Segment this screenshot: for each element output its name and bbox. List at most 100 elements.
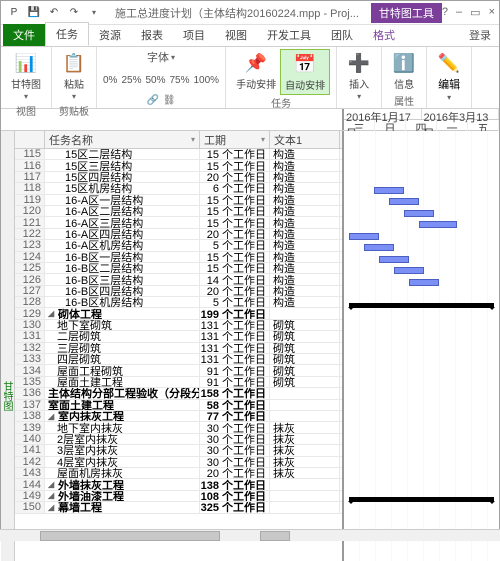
table-row[interactable]: 131 二层砌筑 131 个工作日 砌筑 <box>15 331 342 342</box>
paste-button[interactable]: 📋 粘贴 ▾ <box>58 49 90 103</box>
tab-project[interactable]: 项目 <box>173 24 215 46</box>
tab-developer[interactable]: 开发工具 <box>257 24 321 46</box>
cell-name[interactable]: ◢外墙抹灰工程 <box>45 479 200 489</box>
cell-text1[interactable]: 构造 <box>270 297 340 307</box>
table-row[interactable]: 136 主体结构分部工程验收（分段分层） 158 个工作日 <box>15 388 342 399</box>
col-duration[interactable]: 工期▾ <box>200 131 270 148</box>
table-row[interactable]: 134 屋面工程砌筑 91 个工作日 砌筑 <box>15 365 342 376</box>
cell-duration[interactable]: 30 个工作日 <box>200 445 270 455</box>
horizontal-scrollbar[interactable] <box>0 529 500 541</box>
cell-text1[interactable]: 砌筑 <box>270 343 340 353</box>
tab-file[interactable]: 文件 <box>3 24 45 46</box>
cell-duration[interactable]: 325 个工作日 <box>200 502 270 512</box>
table-row[interactable]: 135 屋面土建工程 91 个工作日 砌筑 <box>15 377 342 388</box>
cell-name[interactable]: 16-B区四层结构 <box>45 286 200 296</box>
cell-text1[interactable] <box>270 502 340 512</box>
table-row[interactable]: 150 ◢幕墙工程 325 个工作日 <box>15 502 342 513</box>
table-row[interactable]: 125 16-B区二层结构 15 个工作日 构造 <box>15 263 342 274</box>
cell-duration[interactable]: 131 个工作日 <box>200 354 270 364</box>
pct-50[interactable]: 50% <box>145 75 165 86</box>
cell-name[interactable]: 地下室砌筑 <box>45 320 200 330</box>
cell-name[interactable]: 16-B区一层结构 <box>45 252 200 262</box>
cell-text1[interactable]: 构造 <box>270 286 340 296</box>
cell-duration[interactable]: 30 个工作日 <box>200 434 270 444</box>
pct-75[interactable]: 75% <box>169 75 189 86</box>
cell-text1[interactable]: 构造 <box>270 206 340 216</box>
table-row[interactable]: 137 室面土建工程 58 个工作日 <box>15 400 342 411</box>
col-text1[interactable]: 文本1 <box>270 131 340 148</box>
table-row[interactable]: 128 16-B区机房结构 5 个工作日 构造 <box>15 297 342 308</box>
cell-name[interactable]: 15区三层结构 <box>45 160 200 170</box>
cell-duration[interactable]: 77 个工作日 <box>200 411 270 421</box>
cell-duration[interactable]: 108 个工作日 <box>200 491 270 501</box>
close-icon[interactable]: × <box>489 6 495 19</box>
table-row[interactable]: 142 4层室内抹灰 30 个工作日 抹灰 <box>15 457 342 468</box>
app-icon[interactable]: P <box>5 4 23 22</box>
cell-duration[interactable]: 158 个工作日 <box>200 388 270 398</box>
cell-text1[interactable]: 构造 <box>270 229 340 239</box>
cell-name[interactable]: 16-B区三层结构 <box>45 274 200 284</box>
login-link[interactable]: 登录 <box>461 24 499 46</box>
cell-duration[interactable]: 20 个工作日 <box>200 172 270 182</box>
restore-icon[interactable]: ▭ <box>470 6 480 19</box>
table-row[interactable]: 129 ◢砌体工程 199 个工作日 <box>15 308 342 319</box>
gantt-bar[interactable] <box>374 187 404 194</box>
manual-schedule-button[interactable]: 📌 手动安排 <box>232 49 280 95</box>
table-row[interactable]: 118 15区机房结构 6 个工作日 构造 <box>15 183 342 194</box>
table-row[interactable]: 122 16-A区四层结构 20 个工作日 构造 <box>15 229 342 240</box>
table-row[interactable]: 123 16-A区机房结构 5 个工作日 构造 <box>15 240 342 251</box>
tab-report[interactable]: 报表 <box>131 24 173 46</box>
cell-duration[interactable]: 131 个工作日 <box>200 343 270 353</box>
cell-text1[interactable]: 构造 <box>270 149 340 159</box>
pct-25[interactable]: 25% <box>121 75 141 86</box>
cell-text1[interactable]: 构造 <box>270 195 340 205</box>
gantt-bar[interactable] <box>404 210 434 217</box>
pct-0[interactable]: 0% <box>103 75 117 86</box>
gantt-bar[interactable] <box>409 279 439 286</box>
minimize-icon[interactable]: – <box>456 6 462 19</box>
cell-name[interactable]: ◢幕墙工程 <box>45 502 200 512</box>
cell-text1[interactable]: 抹灰 <box>270 468 340 478</box>
cell-duration[interactable]: 131 个工作日 <box>200 320 270 330</box>
cell-name[interactable]: 16-A区一层结构 <box>45 195 200 205</box>
cell-duration[interactable]: 15 个工作日 <box>200 149 270 159</box>
gantt-summary-bar[interactable] <box>349 497 494 502</box>
cell-name[interactable]: 屋面机房抹灰 <box>45 468 200 478</box>
cell-name[interactable]: 2层室内抹灰 <box>45 434 200 444</box>
cell-name[interactable]: ◢砌体工程 <box>45 308 200 318</box>
cell-text1[interactable]: 抹灰 <box>270 422 340 432</box>
cell-name[interactable]: 地下室内抹灰 <box>45 422 200 432</box>
cell-duration[interactable]: 138 个工作日 <box>200 479 270 489</box>
cell-text1[interactable]: 构造 <box>270 252 340 262</box>
collapse-icon[interactable]: ◢ <box>48 503 56 512</box>
cell-text1[interactable] <box>270 491 340 501</box>
gantt-bar[interactable] <box>419 221 457 228</box>
cell-name[interactable]: 主体结构分部工程验收（分段分层） <box>45 388 200 398</box>
link-icon[interactable]: 🔗 <box>146 95 158 106</box>
cell-name[interactable]: 3层室内抹灰 <box>45 445 200 455</box>
collapse-icon[interactable]: ◢ <box>48 480 56 489</box>
tab-team[interactable]: 团队 <box>321 24 363 46</box>
gantt-bar[interactable] <box>349 233 379 240</box>
qat-customize-icon[interactable]: ▾ <box>85 4 103 22</box>
cell-text1[interactable]: 砌筑 <box>270 377 340 387</box>
cell-duration[interactable]: 6 个工作日 <box>200 183 270 193</box>
cell-duration[interactable]: 14 个工作日 <box>200 274 270 284</box>
cell-duration[interactable]: 15 个工作日 <box>200 252 270 262</box>
table-row[interactable]: 143 屋面机房抹灰 20 个工作日 抹灰 <box>15 468 342 479</box>
cell-name[interactable]: 16-B区机房结构 <box>45 297 200 307</box>
cell-name[interactable]: 三层砌筑 <box>45 343 200 353</box>
tab-task[interactable]: 任务 <box>45 22 89 46</box>
table-row[interactable]: 140 2层室内抹灰 30 个工作日 抹灰 <box>15 434 342 445</box>
cell-text1[interactable]: 抹灰 <box>270 434 340 444</box>
cell-text1[interactable]: 砌筑 <box>270 354 340 364</box>
cell-name[interactable]: 屋面土建工程 <box>45 377 200 387</box>
cell-duration[interactable]: 15 个工作日 <box>200 160 270 170</box>
cell-name[interactable]: 屋面工程砌筑 <box>45 365 200 375</box>
cell-text1[interactable]: 构造 <box>270 240 340 250</box>
table-row[interactable]: 120 16-A区二层结构 15 个工作日 构造 <box>15 206 342 217</box>
cell-text1[interactable]: 砌筑 <box>270 365 340 375</box>
cell-duration[interactable]: 30 个工作日 <box>200 422 270 432</box>
save-icon[interactable]: 💾 <box>25 4 43 22</box>
collapse-icon[interactable]: ◢ <box>48 412 56 421</box>
